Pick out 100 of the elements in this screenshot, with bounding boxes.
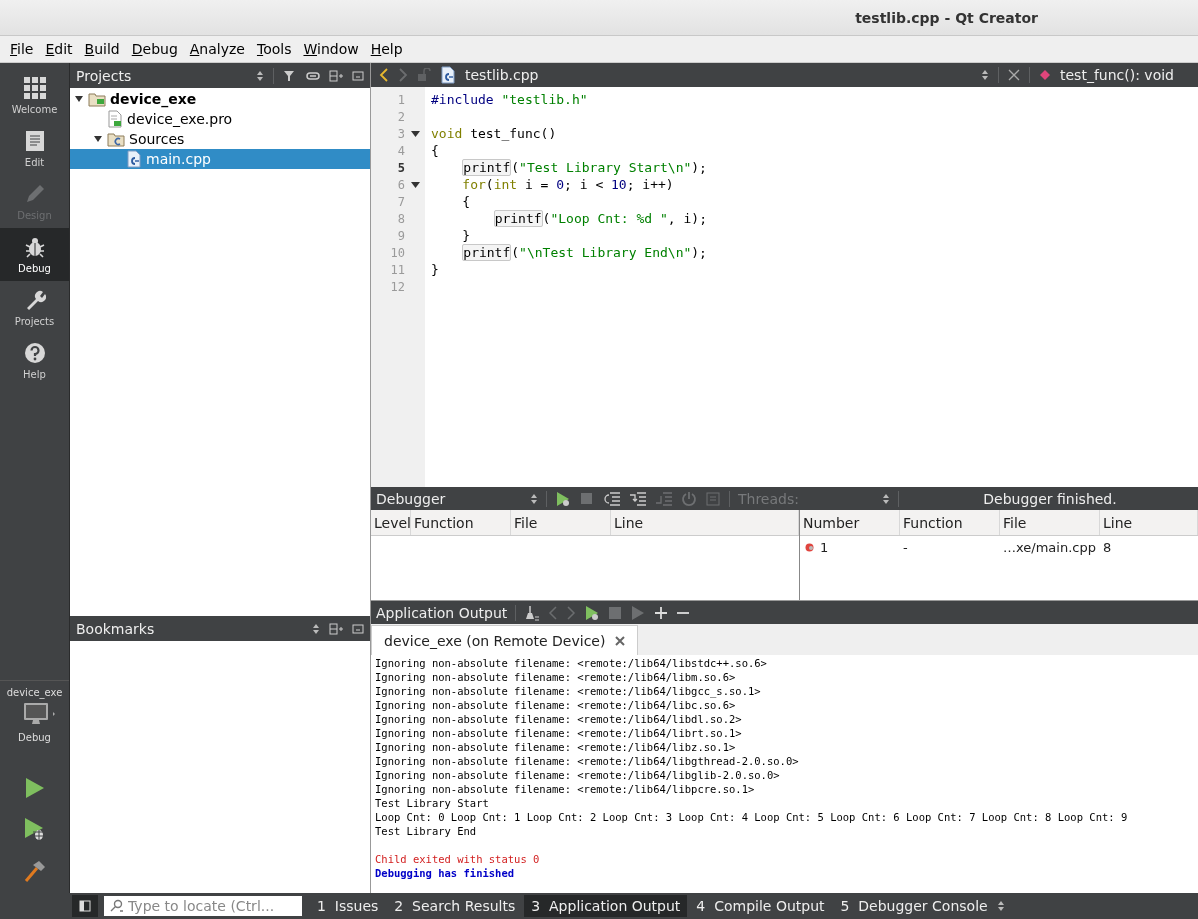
mode-button[interactable]: Debug (0, 228, 69, 281)
tree-item[interactable]: device_exe.pro (70, 109, 370, 129)
table-cell: 1 (820, 539, 829, 555)
tree-item[interactable]: main.cpp (70, 149, 370, 169)
column-header[interactable]: Level (371, 510, 411, 535)
code-line: void test_func() (431, 126, 557, 141)
lock-icon (417, 68, 431, 82)
code-line: for(int i = 0; i < 10; i++) (461, 177, 674, 192)
grid-icon (23, 76, 46, 99)
output-line: Test Library End (375, 825, 477, 837)
locate-field[interactable]: Type to locate (Ctrl... (104, 896, 302, 916)
continue-icon[interactable] (555, 490, 571, 507)
output-pane-button[interactable]: 3 Application Output (524, 895, 688, 917)
sidebar-toggle[interactable] (72, 895, 98, 917)
output-line: Ignoring non-absolute filename: <remote:/lib64/libz.so.1> (375, 741, 736, 753)
column-header[interactable]: Line (611, 510, 799, 535)
code-line: } (461, 228, 471, 243)
rerun-icon[interactable] (584, 604, 601, 621)
menu-item[interactable]: Help (364, 41, 409, 57)
tree-item[interactable]: device_exe (70, 89, 370, 109)
output-line: Ignoring non-absolute filename: <remote:/lib64/libpcre.so.1> (375, 783, 755, 795)
split-icon[interactable] (329, 69, 343, 82)
kit-selector[interactable]: device_exe Debug (6, 681, 63, 763)
mode-button[interactable]: Projects (0, 281, 69, 334)
line-number: 5 (396, 160, 405, 175)
expand-arrow-icon[interactable] (93, 135, 103, 143)
diamond-icon (1039, 69, 1051, 81)
updown-icon[interactable] (530, 492, 538, 505)
line-number: 7 (396, 194, 405, 209)
column-header[interactable]: File (1000, 510, 1100, 535)
bug-icon (23, 235, 46, 258)
mode-button[interactable]: Edit (0, 122, 69, 175)
search-icon (110, 899, 124, 913)
menu-item[interactable]: Edit (39, 41, 79, 57)
output-line: Ignoring non-absolute filename: <remote:/lib64/libm.so.6> (375, 671, 736, 683)
updown-icon[interactable] (996, 900, 1005, 912)
updown-icon[interactable] (312, 622, 320, 635)
line-number: 3 (396, 126, 405, 141)
split-icon[interactable] (329, 622, 343, 635)
output-tab[interactable]: device_exe (on Remote Device) (371, 625, 639, 655)
updown-icon[interactable] (981, 69, 989, 81)
hammer-icon (22, 859, 47, 883)
expand-arrow-icon[interactable] (74, 95, 84, 103)
step-into-icon[interactable] (629, 490, 647, 507)
link-icon[interactable] (306, 70, 320, 81)
fold-arrow-icon[interactable] (410, 181, 420, 188)
help-icon (23, 341, 46, 364)
column-header[interactable]: File (511, 510, 611, 535)
table-cell-text: - (902, 538, 909, 557)
column-header[interactable]: Number (800, 510, 900, 535)
play-bug-icon (23, 817, 46, 841)
broom-icon[interactable] (524, 604, 541, 621)
line-number: 4 (396, 143, 405, 158)
line-number: 10 (389, 245, 405, 260)
output-line: Ignoring non-absolute filename: <remote:/lib64/libglib-2.0.so.0> (375, 769, 780, 781)
pane-title: Bookmarks (76, 620, 155, 637)
plus-icon[interactable] (654, 605, 669, 620)
output-line: Ignoring non-absolute filename: <remote:/lib64/libc.so.6> (375, 699, 736, 711)
file-name[interactable]: testlib.cpp (465, 67, 539, 83)
filter-icon[interactable] (283, 69, 297, 82)
output-pane-button[interactable]: 5 Debugger Console (833, 895, 995, 917)
output-line: Test Library Start (375, 797, 489, 809)
menu-item[interactable]: Tools (250, 41, 298, 57)
symbol-selector[interactable]: test_func(): void (1060, 67, 1174, 83)
menu-item[interactable]: File (4, 41, 40, 57)
updown-icon[interactable] (882, 492, 890, 505)
output-line: Debugging has finished (375, 867, 515, 879)
restart-icon[interactable] (681, 490, 697, 507)
menu-item[interactable]: Window (297, 41, 365, 57)
close-icon[interactable] (615, 635, 626, 646)
menu-item[interactable]: Debug (125, 41, 184, 57)
line-number: 6 (396, 177, 405, 192)
menu-item[interactable]: Build (78, 41, 126, 57)
close-icon[interactable] (1008, 69, 1020, 81)
code-line: { (431, 143, 439, 158)
pane-title: Application Output (376, 604, 508, 621)
output-pane-button[interactable]: 4 Compile Output (689, 895, 832, 917)
line-number: 11 (389, 262, 405, 277)
code-line: printf("Loop Cnt: %d ", i); (492, 210, 707, 227)
column-header[interactable]: Function (411, 510, 511, 535)
mode-button[interactable]: Welcome (0, 69, 69, 122)
source-file-icon (126, 150, 142, 168)
step-over-icon[interactable] (603, 490, 621, 507)
line-number: 1 (396, 92, 405, 107)
line-number: 2 (396, 109, 405, 124)
menu-item[interactable]: Analyze (183, 41, 251, 57)
updown-icon[interactable] (256, 69, 264, 82)
column-header[interactable]: Function (900, 510, 1000, 535)
view-selector[interactable]: Debugger (376, 490, 522, 507)
output-line: Ignoring non-absolute filename: <remote:/lib64/libdl.so.2> (375, 713, 742, 725)
fold-arrow-icon[interactable] (410, 130, 420, 137)
debugger-status: Debugger finished. (982, 490, 1118, 507)
tree-item[interactable]: Sources (70, 129, 370, 149)
column-header[interactable]: Line (1100, 510, 1198, 535)
folder-icon (107, 131, 125, 147)
output-pane-button[interactable]: 1 Issues (310, 895, 386, 917)
folder-icon (88, 91, 106, 107)
mode-button[interactable]: Help (0, 334, 69, 387)
output-pane-button[interactable]: 2 Search Results (387, 895, 523, 917)
output-line: Child exited with status 0 (375, 853, 540, 865)
